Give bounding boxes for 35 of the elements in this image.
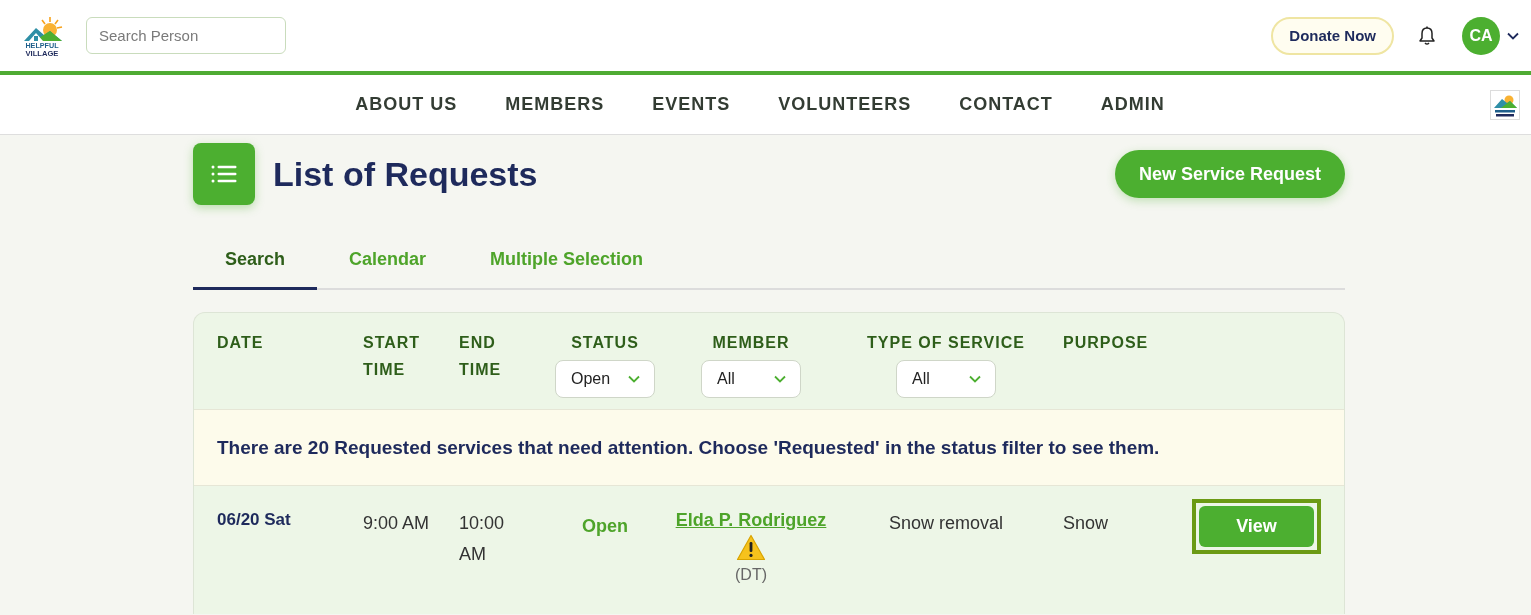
nav-link[interactable]: ADMIN [1100, 94, 1165, 115]
logo-thumbnail-icon [1490, 89, 1520, 120]
nav-link[interactable]: VOLUNTEERS [778, 94, 912, 115]
list-icon [193, 143, 255, 205]
column-header: PURPOSE [1063, 333, 1150, 353]
member-note: (DT) [735, 565, 767, 585]
column-header: MEMBER [712, 333, 790, 353]
chevron-down-icon [969, 375, 981, 383]
chevron-down-icon [628, 375, 640, 383]
page-title: List of Requests [273, 154, 538, 194]
status-cell-text: Open [582, 515, 628, 538]
nav-link[interactable]: CONTACT [959, 94, 1053, 115]
nav-link[interactable]: EVENTS [652, 94, 731, 115]
chevron-down-icon[interactable] [1507, 31, 1519, 40]
column-header: END TIME [459, 333, 503, 380]
column-header: DATE [217, 333, 265, 353]
notice-text: There are 20 Requested services that need attention. Choose 'Requested' in the status filter to see them. [217, 436, 1160, 459]
column-header: TYPE OF SERVICE [867, 333, 1025, 353]
nav-link[interactable]: ABOUT US [355, 94, 458, 115]
search-field[interactable]: Search Person [86, 17, 286, 54]
filter-dropdown[interactable]: Open [555, 360, 655, 398]
filter-dropdown[interactable]: All [896, 360, 996, 398]
tab[interactable]: Search [193, 231, 318, 290]
column-header: START TIME [363, 333, 422, 380]
service-type-cell-text: Snow removal [888, 512, 1003, 535]
date-cell-text: 06/20 Sat [217, 509, 292, 531]
filter-dropdown[interactable]: All [701, 360, 801, 398]
chevron-down-icon [774, 375, 786, 383]
end-time-cell-text: 10:00 AM [459, 512, 506, 566]
start-time-cell-text: 9:00 AM [363, 512, 431, 535]
column-header: STATUS [571, 333, 639, 353]
donate-button[interactable]: Donate Now [1271, 16, 1394, 55]
notification-bell-icon[interactable] [1418, 25, 1436, 46]
nav-link[interactable]: MEMBERS [505, 94, 605, 115]
purpose-cell-text: Snow [1063, 512, 1110, 535]
